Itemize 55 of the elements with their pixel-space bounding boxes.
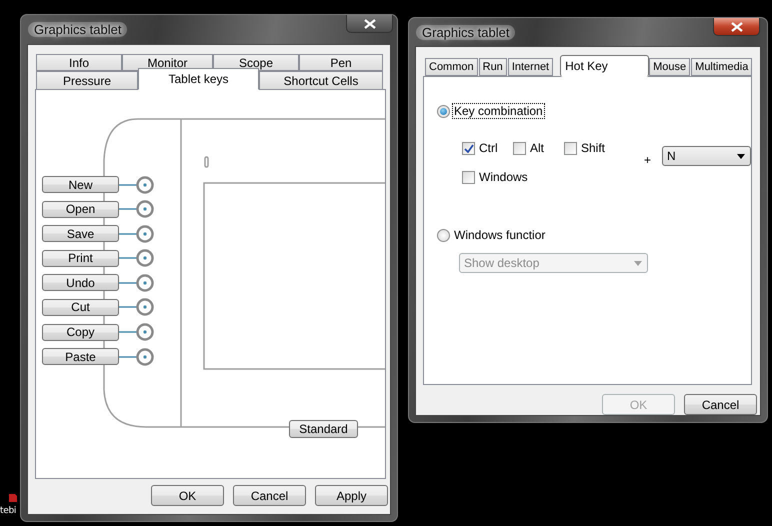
close-button[interactable] — [713, 18, 760, 36]
tab[interactable]: Multimedia — [691, 58, 752, 76]
standard-button[interactable]: Standard — [289, 420, 358, 438]
close-button[interactable] — [346, 15, 393, 33]
tab[interactable]: Info — [36, 54, 122, 71]
checkbox[interactable] — [462, 142, 475, 154]
dialog-button[interactable]: OK — [151, 485, 224, 506]
key-circle-icon — [119, 248, 155, 268]
radio-button[interactable] — [437, 228, 450, 242]
key-button[interactable]: Open — [42, 200, 119, 218]
checkbox-label[interactable]: Ctrl — [479, 141, 498, 155]
tab[interactable]: Common — [425, 58, 478, 76]
key-button[interactable]: Undo — [42, 274, 119, 292]
tab[interactable]: Mouse — [649, 58, 690, 76]
radio-button[interactable] — [437, 104, 450, 118]
checkbox-label[interactable]: Alt — [530, 141, 544, 155]
tab[interactable]: Pressure — [36, 71, 138, 90]
key-button[interactable]: New — [42, 176, 119, 193]
key-circle-icon — [119, 272, 155, 293]
checkbox[interactable] — [513, 142, 526, 154]
tab[interactable]: Scope — [213, 54, 299, 71]
close-icon — [364, 18, 376, 28]
key-button[interactable]: Print — [42, 250, 119, 267]
checkbox[interactable] — [462, 170, 475, 184]
tab[interactable]: Pen — [299, 54, 383, 71]
dialog-button[interactable]: Cancel — [684, 394, 757, 415]
key-button[interactable]: Save — [42, 225, 119, 242]
key-circle-icon — [119, 224, 155, 244]
dialog-button[interactable]: Cancel — [233, 485, 306, 506]
tab[interactable]: Run — [478, 58, 507, 76]
dropdown[interactable]: N — [662, 146, 751, 166]
tab[interactable]: Hot Key — [560, 55, 650, 77]
tab[interactable]: Tablet keys — [138, 68, 259, 90]
checkbox-label[interactable]: Shift — [581, 141, 606, 155]
key-circle-icon — [119, 174, 155, 194]
caret-icon — [634, 260, 642, 266]
close-icon — [730, 22, 742, 32]
key-button[interactable]: Copy — [42, 324, 119, 341]
radio-label[interactable]: Windows functior — [453, 228, 546, 242]
key-circle-icon — [119, 199, 155, 220]
tab[interactable]: Internet — [508, 58, 554, 76]
key-button[interactable]: Paste — [42, 348, 119, 366]
tab[interactable]: Shortcut Cells — [259, 71, 383, 90]
key-button[interactable]: Cut — [42, 298, 119, 316]
caret-icon — [737, 154, 745, 158]
radio-label[interactable]: Key combination — [453, 104, 544, 118]
file-icon[interactable] — [8, 493, 18, 503]
dialog-button[interactable]: Apply — [315, 485, 388, 506]
key-circle-icon — [119, 322, 155, 342]
key-circle-icon — [119, 346, 155, 367]
plus-sign: + — [644, 153, 652, 167]
key-circle-icon — [119, 297, 155, 318]
desktop-icon-label[interactable]: tebi — [0, 505, 16, 517]
checkbox-label[interactable]: Windows — [479, 170, 528, 184]
checkbox[interactable] — [564, 142, 577, 154]
